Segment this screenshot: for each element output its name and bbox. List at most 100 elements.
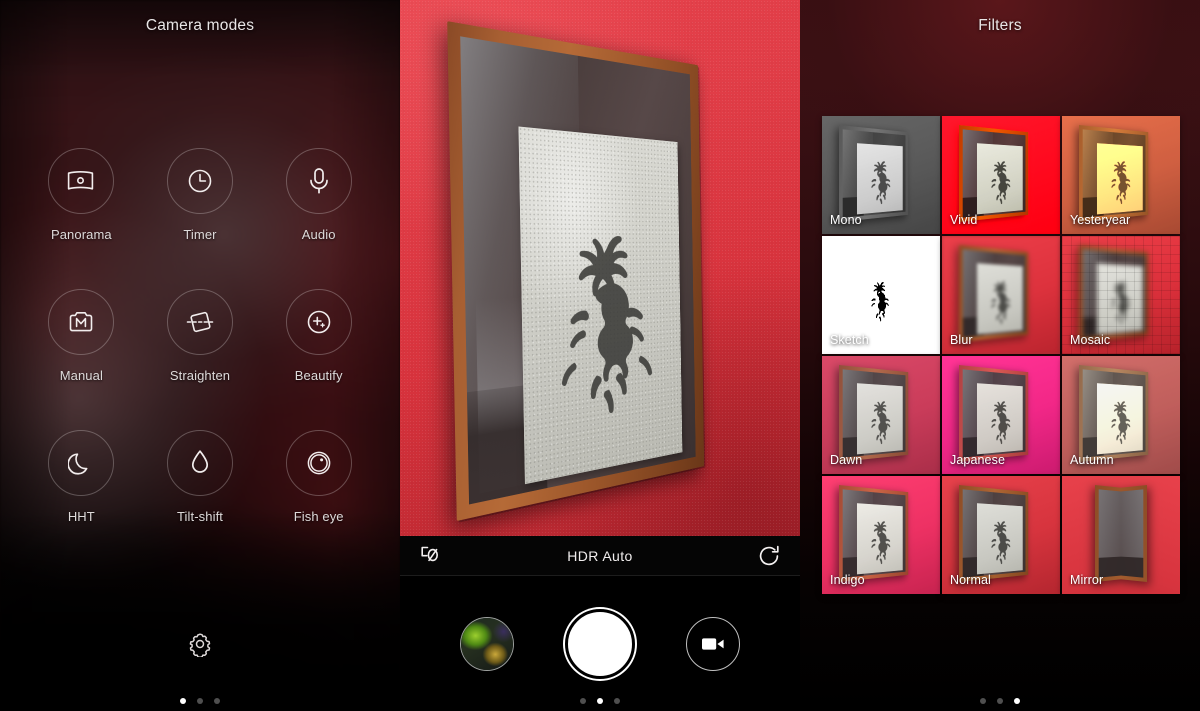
filters-pager-dots[interactable] [800,698,1200,704]
mini-reflection-band [1121,556,1144,578]
filter-tile-dawn[interactable]: Dawn [822,356,940,474]
mini-artwork-figure [1101,397,1137,447]
filter-label: Mosaic [1070,333,1111,347]
moon-icon[interactable] [48,430,115,496]
mode-item-audio[interactable]: Audio [259,148,378,242]
mode-item-tilt-shift[interactable]: Tilt-shift [141,430,260,524]
mode-label: HHT [67,509,95,524]
mini-artwork-figure [981,157,1017,207]
pager-dot[interactable] [597,698,603,704]
mode-item-fish-eye[interactable]: Fish eye [259,430,378,524]
microphone-icon[interactable] [285,148,352,214]
mini-paper [1096,383,1142,455]
gear-icon[interactable] [185,629,215,659]
pager-dot[interactable] [980,698,986,704]
filter-tile-yesteryear[interactable]: Yesteryear [1062,116,1180,234]
mode-item-straighten[interactable]: Straighten [141,289,260,383]
viewfinder-panel: HDR Auto [400,0,800,711]
filter-tile-indigo[interactable]: Indigo [822,476,940,594]
timer-clock-icon[interactable] [166,148,233,214]
filter-tile-autumn[interactable]: Autumn [1062,356,1180,474]
water-drop-icon[interactable] [166,430,233,496]
filter-label: Vivid [950,213,978,227]
mini-artwork-figure [981,277,1017,327]
pager-dot[interactable] [180,698,186,704]
modes-pager-dots[interactable] [0,698,400,704]
framed-artwork [447,21,792,522]
mini-artwork-figure [1101,157,1137,207]
mini-frame [838,485,908,583]
pager-dot[interactable] [1014,698,1020,704]
mode-item-panorama[interactable]: Panorama [22,148,141,242]
mode-item-hht[interactable]: HHT [22,430,141,524]
filter-label: Normal [950,573,991,587]
camera-top-controls: HDR Auto [400,536,800,576]
filter-tile-mosaic[interactable]: Mosaic [1062,236,1180,354]
live-preview[interactable] [400,0,800,536]
panorama-icon[interactable] [48,148,115,214]
mirror-half-right [1121,476,1180,594]
pager-dot[interactable] [214,698,220,704]
mini-mat [1082,369,1146,458]
mini-frame [838,125,908,223]
filter-tile-mirror[interactable]: Mirror [1062,476,1180,594]
fisheye-lens-icon[interactable] [285,430,352,496]
mode-item-beautify[interactable]: Beautify [259,289,378,383]
filter-tile-vivid[interactable]: Vivid [942,116,1060,234]
mini-paper [1096,143,1142,215]
frame-mat [460,36,696,505]
handmade-paper [518,126,683,484]
mini-mat [1098,489,1121,578]
shutter-button[interactable] [564,609,635,679]
camera-app-screens: Camera modes Panorama Timer Audio Manual… [0,0,1200,711]
mini-frame [958,485,1028,583]
hdr-mode-label[interactable]: HDR Auto [448,548,752,564]
mini-artwork-figure [981,517,1017,567]
beautify-sparkle-icon[interactable] [285,289,352,355]
mirror-scene [1121,476,1180,594]
filter-tile-normal[interactable]: Normal [942,476,1060,594]
filter-tile-japanese[interactable]: Japanese [942,356,1060,474]
pager-dot[interactable] [997,698,1003,704]
camera-modes-title: Camera modes [145,17,255,34]
filter-label: Blur [950,333,973,347]
mode-item-timer[interactable]: Timer [141,148,260,242]
manual-m-camera-icon[interactable] [48,289,115,355]
pager-dot[interactable] [580,698,586,704]
filter-label: Indigo [830,573,865,587]
camera-bottom-controls [400,577,800,711]
mini-paper [976,503,1022,575]
flash-off-icon[interactable] [414,539,448,573]
mini-frame [1078,125,1148,223]
mini-mat [842,489,906,578]
last-photo-thumbnail[interactable] [459,617,514,671]
straighten-icon[interactable] [166,289,233,355]
pager-dot[interactable] [614,698,620,704]
filter-label: Mirror [1070,573,1104,587]
mini-artwork-figure [861,517,897,567]
mode-label: Beautify [294,368,343,383]
mode-label: Audio [301,227,336,242]
mini-paper [856,383,902,455]
mini-frame [958,125,1028,223]
filter-tile-sketch[interactable]: Sketch [822,236,940,354]
viewfinder-pager-dots[interactable] [400,698,800,704]
mini-paper [976,383,1022,455]
mini-mat [962,489,1026,578]
mini-frame [1121,485,1147,583]
mini-paper [857,265,901,333]
filter-tile-blur[interactable]: Blur [942,236,1060,354]
mode-item-manual[interactable]: Manual [22,289,141,383]
filter-label: Japanese [950,453,1006,467]
filter-label: Dawn [830,453,863,467]
mini-mat [962,369,1026,458]
switch-camera-icon[interactable] [752,539,786,573]
mini-artwork-figure [863,278,896,325]
mini-frame [958,365,1028,463]
filter-tile-mono[interactable]: Mono [822,116,940,234]
mode-label: Manual [59,368,103,383]
camera-modes-panel: Camera modes Panorama Timer Audio Manual… [0,0,400,711]
mode-label: Timer [183,227,217,242]
pager-dot[interactable] [197,698,203,704]
video-camera-icon[interactable] [686,617,741,671]
